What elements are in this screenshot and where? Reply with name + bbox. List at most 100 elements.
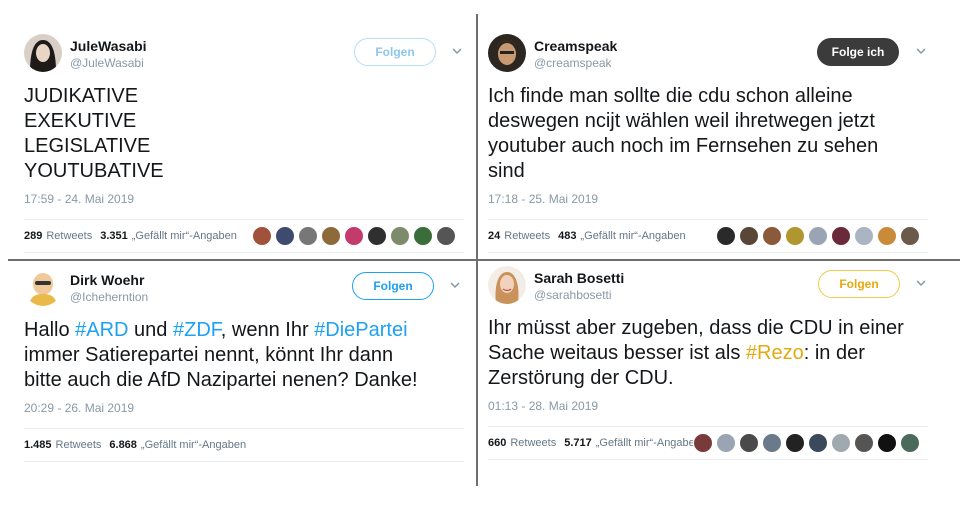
tweet-dirk-woehr: Dirk Woehr @Icheherntion Folgen Hallo #A… <box>24 268 464 462</box>
text-segment: Sache weitaus besser ist als <box>488 342 746 364</box>
liker-avatar[interactable] <box>716 226 736 246</box>
tweet-header: JuleWasabi @JuleWasabi Folgen <box>24 34 464 74</box>
liker-avatar[interactable] <box>785 226 805 246</box>
liker-avatar[interactable] <box>808 433 828 453</box>
liker-avatars <box>690 433 920 453</box>
liker-avatar[interactable] <box>900 433 920 453</box>
retweets-count: 289 <box>24 230 43 242</box>
liker-avatar[interactable] <box>344 226 364 246</box>
likes-stat[interactable]: 5.717 „Gefällt mir“-Angaben <box>564 437 701 449</box>
text-segment: , wenn Ihr <box>220 319 315 341</box>
tweet-text-line: EXEKUTIVE <box>24 110 137 132</box>
likes-label: „Gefällt mir“-Angaben <box>131 230 237 242</box>
tweet-text-line: deswegen ncijt wählen weil ihretwegen je… <box>488 110 875 132</box>
liker-avatar[interactable] <box>831 226 851 246</box>
tweet-text-line: Sache weitaus besser ist als #Rezo: in d… <box>488 341 928 366</box>
user-handle[interactable]: @Icheherntion <box>70 290 148 305</box>
liker-avatar[interactable] <box>298 226 318 246</box>
liker-avatar[interactable] <box>252 226 272 246</box>
user-handle[interactable]: @JuleWasabi <box>70 56 147 71</box>
timestamp[interactable]: 17:59 - 24. Mai 2019 <box>24 192 464 207</box>
user-handle[interactable]: @sarahbosetti <box>534 288 624 303</box>
liker-avatar[interactable] <box>275 226 295 246</box>
retweets-label: Retweets <box>55 439 102 451</box>
liker-avatar[interactable] <box>693 433 713 453</box>
liker-avatar[interactable] <box>367 226 387 246</box>
liker-avatar[interactable] <box>390 226 410 246</box>
timestamp[interactable]: 20:29 - 26. Mai 2019 <box>24 401 464 416</box>
hashtag-link[interactable]: #ZDF <box>173 319 221 341</box>
likes-count: 483 <box>558 230 577 242</box>
hashtag-link[interactable]: #ARD <box>75 319 128 341</box>
likes-count: 3.351 <box>100 230 128 242</box>
user-handle[interactable]: @creamspeak <box>534 56 617 71</box>
liker-avatar[interactable] <box>854 226 874 246</box>
liker-avatar[interactable] <box>716 433 736 453</box>
tweet-text-line: LEGISLATIVE <box>24 135 151 157</box>
tweet-text-line: YOUTUBATIVE <box>24 160 164 182</box>
tweet-text-line: bitte auch die AfD Nazipartei nenen? Dan… <box>24 369 418 391</box>
avatar[interactable] <box>488 34 526 72</box>
liker-avatar[interactable] <box>739 433 759 453</box>
avatar[interactable] <box>24 34 62 72</box>
tweet-text-line: Ihr müsst aber zugeben, dass die CDU in … <box>488 317 904 339</box>
text-segment: und <box>128 319 173 341</box>
tweet-header: Sarah Bosetti @sarahbosetti Folgen <box>488 266 928 306</box>
chevron-down-icon[interactable] <box>450 44 464 58</box>
follow-button[interactable]: Folgen <box>818 270 900 298</box>
likes-stat[interactable]: 6.868 „Gefällt mir“-Angaben <box>109 439 246 451</box>
liker-avatar[interactable] <box>739 226 759 246</box>
liker-avatar[interactable] <box>762 433 782 453</box>
avatar[interactable] <box>24 268 62 306</box>
liker-avatar[interactable] <box>762 226 782 246</box>
retweets-label: Retweets <box>504 230 551 242</box>
vertical-divider <box>476 14 478 486</box>
follow-button[interactable]: Folgen <box>354 38 436 66</box>
chevron-down-icon[interactable] <box>448 278 462 292</box>
tweet-text-line: sind <box>488 160 525 182</box>
display-name[interactable]: Creamspeak <box>534 38 617 54</box>
liker-avatar[interactable] <box>877 433 897 453</box>
retweets-stat[interactable]: 660 Retweets <box>488 437 556 449</box>
hashtag-link[interactable]: #Rezo <box>746 342 804 364</box>
tweet-text: Ich finde man sollte die cdu schon allei… <box>488 84 928 184</box>
liker-avatars <box>249 226 456 246</box>
display-name[interactable]: Sarah Bosetti <box>534 270 624 286</box>
timestamp[interactable]: 17:18 - 25. Mai 2019 <box>488 192 928 207</box>
chevron-down-icon[interactable] <box>914 44 928 58</box>
liker-avatar[interactable] <box>854 433 874 453</box>
likes-label: „Gefällt mir“-Angaben <box>595 437 701 449</box>
liker-avatar[interactable] <box>831 433 851 453</box>
likes-stat[interactable]: 3.351 „Gefällt mir“-Angaben <box>100 230 237 242</box>
liker-avatar[interactable] <box>877 226 897 246</box>
tweet-sarah-bosetti: Sarah Bosetti @sarahbosetti Folgen Ihr m… <box>488 266 928 460</box>
following-button[interactable]: Folge ich <box>817 38 899 66</box>
hashtag-link[interactable]: #DiePartei <box>314 319 407 341</box>
display-name[interactable]: JuleWasabi <box>70 38 147 54</box>
tweet-text-line: youtuber auch noch im Fernsehen zu sehen <box>488 135 879 157</box>
chevron-down-icon[interactable] <box>914 276 928 290</box>
retweets-label: Retweets <box>510 437 557 449</box>
tweet-text-line: Zerstörung der CDU. <box>488 367 674 389</box>
liker-avatar[interactable] <box>900 226 920 246</box>
likes-stat[interactable]: 483 „Gefällt mir“-Angaben <box>558 230 686 242</box>
liker-avatar[interactable] <box>436 226 456 246</box>
timestamp[interactable]: 01:13 - 28. Mai 2019 <box>488 399 928 414</box>
avatar[interactable] <box>488 266 526 304</box>
retweets-stat[interactable]: 1.485 Retweets <box>24 439 101 451</box>
liker-avatar[interactable] <box>785 433 805 453</box>
tweet-text: Hallo #ARD und #ZDF, wenn Ihr #DiePartei… <box>24 318 464 393</box>
liker-avatar[interactable] <box>413 226 433 246</box>
text-segment: : in der <box>803 342 865 364</box>
display-name[interactable]: Dirk Woehr <box>70 272 148 288</box>
retweets-stat[interactable]: 289 Retweets <box>24 230 92 242</box>
retweets-label: Retweets <box>46 230 93 242</box>
tweet-text-line: immer Satierepartei nennt, könnt Ihr dan… <box>24 344 394 366</box>
tweet-text: JUDIKATIVE EXEKUTIVE LEGISLATIVE YOUTUBA… <box>24 84 464 184</box>
liker-avatar[interactable] <box>321 226 341 246</box>
retweets-stat[interactable]: 24 Retweets <box>488 230 550 242</box>
follow-button[interactable]: Folgen <box>352 272 434 300</box>
liker-avatar[interactable] <box>808 226 828 246</box>
horizontal-divider <box>8 259 960 261</box>
tweet-text: Ihr müsst aber zugeben, dass die CDU in … <box>488 316 928 391</box>
